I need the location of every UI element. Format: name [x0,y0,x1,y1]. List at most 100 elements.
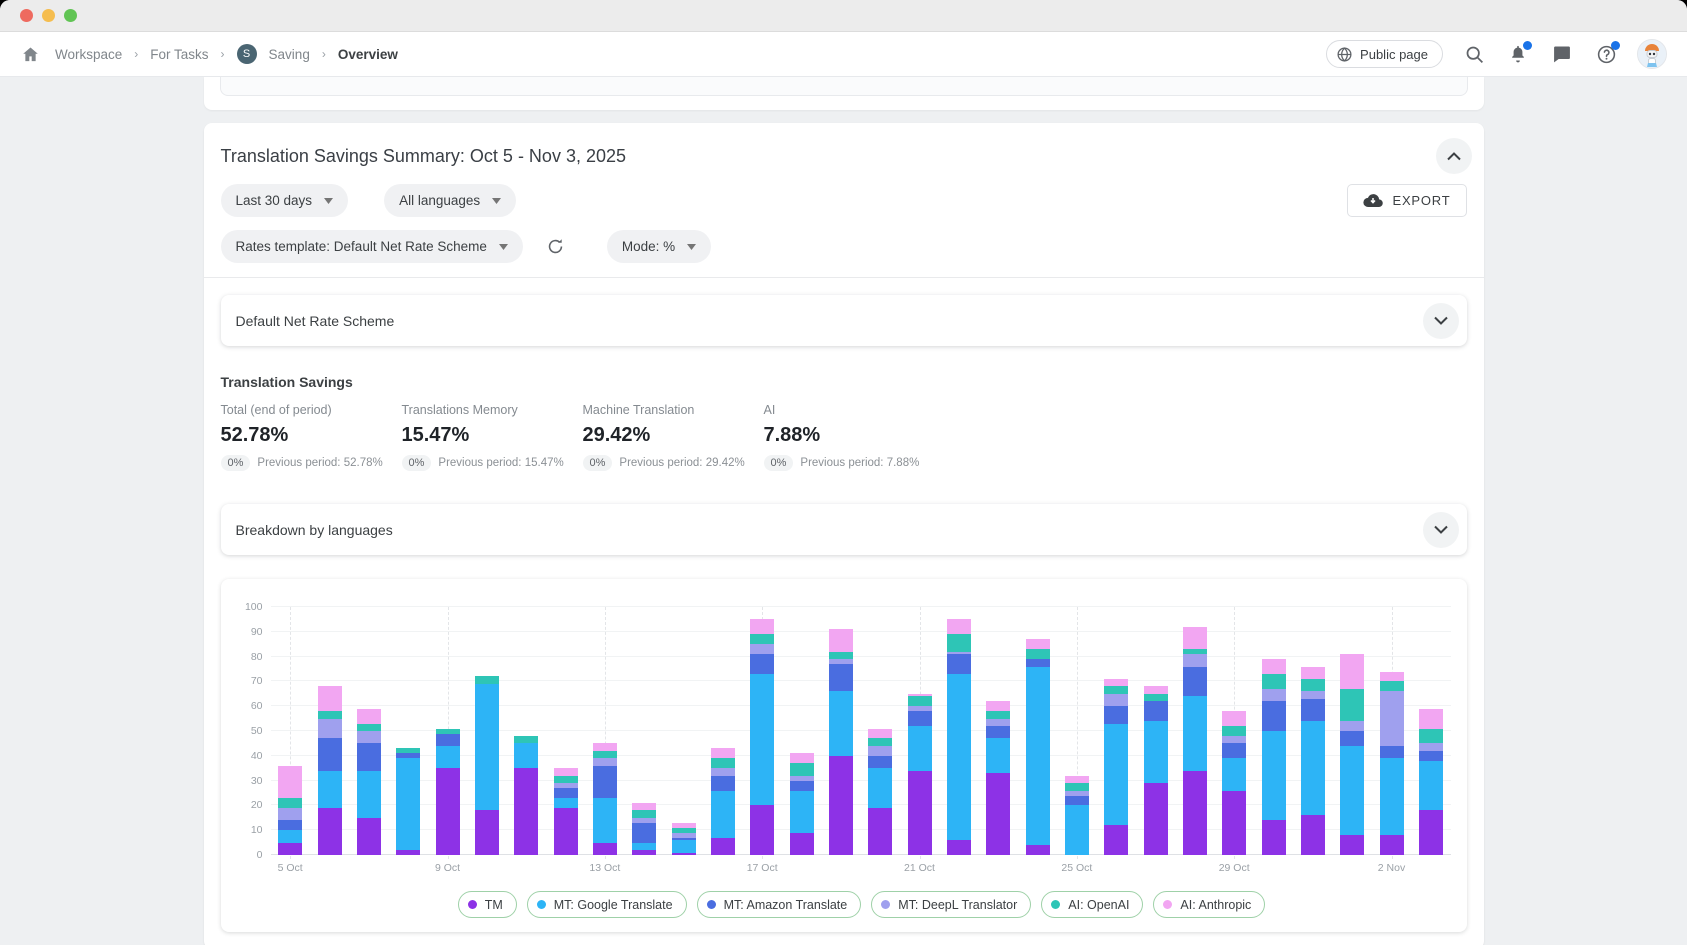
bar-segment[interactable] [908,711,932,726]
bar-segment[interactable] [711,838,735,855]
bar-segment[interactable] [1104,694,1128,706]
bar-segment[interactable] [1183,667,1207,697]
bar-segment[interactable] [750,634,774,644]
bar-segment[interactable] [1301,679,1325,691]
bar-segment[interactable] [1340,835,1364,855]
bar-segment[interactable] [554,768,578,775]
bar-segment[interactable] [711,776,735,791]
stacked-bar-14-oct[interactable] [632,803,656,855]
notifications-bell-icon[interactable] [1505,41,1531,67]
bar-segment[interactable] [1104,825,1128,855]
rates-template-dropdown[interactable]: Rates template: Default Net Rate Scheme [221,230,523,263]
stacked-bar-26-oct[interactable] [1104,679,1128,855]
search-icon[interactable] [1461,41,1487,67]
stacked-bar-20-oct[interactable] [868,729,892,855]
window-minimize-button[interactable] [42,9,55,22]
bar-segment[interactable] [1026,649,1050,659]
bar-segment[interactable] [947,840,971,855]
bar-segment[interactable] [1419,810,1443,855]
bar-segment[interactable] [986,719,1010,726]
bar-segment[interactable] [829,756,853,855]
stacked-bar-19-oct[interactable] [829,629,853,855]
public-page-button[interactable]: Public page [1326,40,1443,68]
bar-segment[interactable] [1301,721,1325,815]
bar-segment[interactable] [711,768,735,775]
breakdown-languages-panel[interactable]: Breakdown by languages [221,504,1467,555]
bar-segment[interactable] [514,768,538,855]
bar-segment[interactable] [1301,699,1325,721]
bar-segment[interactable] [1144,721,1168,783]
stacked-bar-30-oct[interactable] [1262,659,1286,855]
bar-segment[interactable] [947,619,971,634]
stacked-bar-21-oct[interactable] [908,694,932,855]
breadcrumb-for-tasks[interactable]: For Tasks [150,47,208,62]
bar-segment[interactable] [554,798,578,808]
bar-segment[interactable] [1144,694,1168,701]
bar-segment[interactable] [1380,681,1404,691]
stacked-bar-23-oct[interactable] [986,701,1010,855]
bar-segment[interactable] [750,805,774,855]
bar-segment[interactable] [1340,731,1364,746]
legend-item[interactable]: AI: OpenAI [1041,891,1143,918]
bar-segment[interactable] [1262,674,1286,689]
bar-segment[interactable] [1144,701,1168,721]
bar-segment[interactable] [278,830,302,842]
bar-segment[interactable] [750,644,774,654]
bar-segment[interactable] [1262,689,1286,701]
bar-segment[interactable] [632,823,656,843]
bar-segment[interactable] [790,791,814,833]
bar-segment[interactable] [1222,726,1246,736]
bar-segment[interactable] [1144,783,1168,855]
bar-segment[interactable] [868,746,892,756]
expand-breakdown-button[interactable] [1423,512,1459,548]
bar-segment[interactable] [1104,706,1128,723]
legend-item[interactable]: MT: Google Translate [527,891,687,918]
rate-scheme-panel[interactable]: Default Net Rate Scheme [221,295,1467,346]
legend-item[interactable]: MT: DeepL Translator [871,891,1031,918]
bar-segment[interactable] [986,773,1010,855]
bar-segment[interactable] [357,724,381,731]
bar-segment[interactable] [868,756,892,768]
bar-segment[interactable] [1222,791,1246,855]
bar-segment[interactable] [357,743,381,770]
bar-segment[interactable] [357,771,381,818]
bar-segment[interactable] [829,652,853,659]
bar-segment[interactable] [1222,711,1246,726]
bar-segment[interactable] [318,719,342,739]
bar-segment[interactable] [1262,701,1286,731]
bar-segment[interactable] [986,701,1010,711]
bar-segment[interactable] [1340,689,1364,721]
bar-segment[interactable] [986,738,1010,773]
stacked-bar-16-oct[interactable] [711,748,735,855]
bar-segment[interactable] [868,768,892,808]
bar-segment[interactable] [1065,796,1089,806]
bar-segment[interactable] [711,758,735,768]
window-close-button[interactable] [20,9,33,22]
bar-segment[interactable] [593,798,617,843]
stacked-bar-18-oct[interactable] [790,753,814,855]
bar-segment[interactable] [711,748,735,758]
bar-segment[interactable] [908,726,932,771]
bar-segment[interactable] [436,746,460,768]
user-avatar[interactable] [1637,39,1667,69]
stacked-bar-24-oct[interactable] [1026,639,1050,855]
bar-segment[interactable] [632,843,656,850]
bar-segment[interactable] [1262,820,1286,855]
bar-segment[interactable] [750,674,774,805]
bar-segment[interactable] [986,711,1010,718]
stacked-bar-27-oct[interactable] [1144,686,1168,855]
bar-segment[interactable] [278,766,302,798]
bar-segment[interactable] [436,768,460,855]
bar-segment[interactable] [868,729,892,739]
bar-segment[interactable] [278,843,302,855]
bar-segment[interactable] [1380,746,1404,758]
bar-segment[interactable] [593,758,617,765]
bar-segment[interactable] [947,674,971,840]
bar-segment[interactable] [1340,746,1364,835]
bar-segment[interactable] [1065,783,1089,790]
bar-segment[interactable] [1419,743,1443,750]
bar-segment[interactable] [318,808,342,855]
bar-segment[interactable] [1380,758,1404,835]
bar-segment[interactable] [1065,805,1089,855]
bar-segment[interactable] [1380,835,1404,855]
